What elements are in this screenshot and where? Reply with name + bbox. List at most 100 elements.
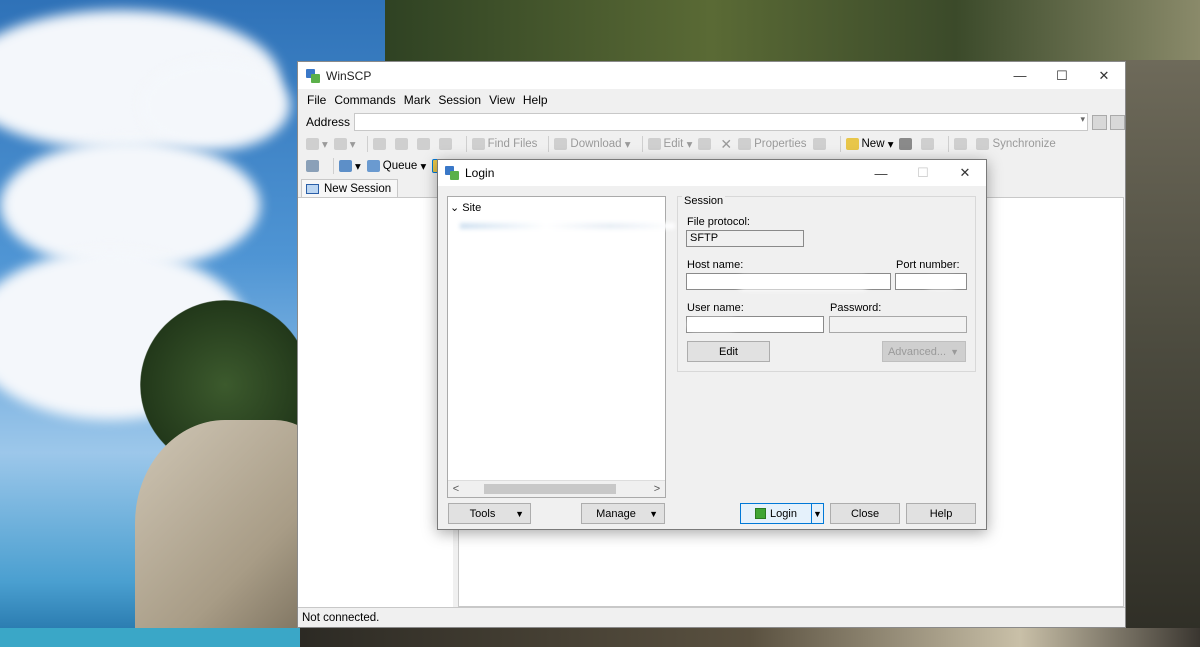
dropdown-icon: ▼ bbox=[950, 346, 959, 357]
parent-folder-button[interactable] bbox=[372, 138, 389, 150]
home-button[interactable] bbox=[416, 138, 433, 150]
login-dialog-title: Login bbox=[465, 166, 495, 180]
edit-icon bbox=[647, 138, 661, 150]
app-icon bbox=[445, 166, 459, 180]
help-button[interactable]: Help bbox=[906, 503, 976, 524]
folder-icon bbox=[372, 138, 386, 150]
download-icon bbox=[554, 138, 568, 150]
edit-icon bbox=[812, 138, 826, 150]
root-folder-button[interactable] bbox=[394, 138, 411, 150]
folder-icon bbox=[394, 138, 408, 150]
main-title-bar[interactable]: WinSCP — ☐ ✕ bbox=[298, 62, 1125, 89]
login-dialog[interactable]: Login — ☐ ✕ ⌄ Site < > Session File prot… bbox=[437, 159, 987, 530]
status-text: Not connected. bbox=[302, 611, 380, 624]
dropdown-icon: ▼ bbox=[515, 508, 524, 519]
chevron-down-icon[interactable]: ⌄ bbox=[450, 202, 459, 214]
maximize-button[interactable]: ☐ bbox=[1041, 62, 1083, 89]
address-go-icon[interactable] bbox=[1092, 114, 1107, 130]
address-label: Address bbox=[306, 115, 351, 129]
file-protocol-label: File protocol: bbox=[687, 216, 750, 228]
menu-session[interactable]: Session bbox=[438, 93, 481, 107]
compare-button[interactable] bbox=[954, 138, 970, 150]
refresh-button[interactable] bbox=[438, 138, 455, 150]
session-group-label: Session bbox=[682, 195, 726, 207]
edit-button[interactable]: Edit bbox=[687, 341, 770, 362]
toolbar-separator bbox=[465, 136, 467, 152]
folder-icon bbox=[954, 138, 968, 150]
menu-file[interactable]: File bbox=[307, 93, 326, 107]
delete-icon: ✕ bbox=[720, 135, 733, 152]
move-button[interactable] bbox=[698, 138, 714, 150]
dropdown-icon: ▼ bbox=[813, 508, 822, 519]
login-maximize-button: ☐ bbox=[917, 165, 929, 180]
address-input[interactable] bbox=[354, 113, 1088, 131]
manage-button-label: Manage bbox=[596, 507, 636, 520]
menu-help[interactable]: Help bbox=[523, 93, 548, 107]
preferences-button[interactable] bbox=[306, 160, 322, 172]
port-number-label: Port number: bbox=[896, 259, 960, 271]
delete-button[interactable]: ✕ bbox=[720, 136, 732, 153]
login-close-button[interactable]: ✕ bbox=[944, 160, 986, 186]
layout-button[interactable]: ▾ bbox=[339, 159, 361, 173]
menu-commands[interactable]: Commands bbox=[334, 93, 395, 107]
new-icon bbox=[845, 138, 859, 150]
synchronize-label: Synchronize bbox=[992, 138, 1056, 150]
app-icon bbox=[306, 68, 320, 83]
edit-label: Edit bbox=[663, 138, 684, 150]
login-title-bar[interactable]: Login — ☐ ✕ bbox=[438, 160, 986, 186]
terminal-button[interactable] bbox=[899, 138, 915, 150]
tools-button[interactable]: Tools ▼ bbox=[448, 503, 531, 524]
synchronize-button[interactable]: Synchronize bbox=[976, 138, 1056, 150]
back-arrow-icon bbox=[306, 138, 319, 150]
scroll-left-icon[interactable]: < bbox=[448, 481, 464, 497]
back-button[interactable]: ▾ bbox=[306, 137, 328, 151]
find-icon bbox=[471, 138, 485, 150]
monitor-icon bbox=[339, 160, 352, 172]
login-button[interactable]: Login bbox=[740, 503, 812, 524]
help-button-label: Help bbox=[929, 507, 953, 520]
new-button[interactable]: New ▾ bbox=[845, 137, 893, 151]
toolbar-separator bbox=[641, 136, 643, 152]
local-panel[interactable] bbox=[298, 197, 453, 608]
download-button[interactable]: Download ▾ bbox=[554, 137, 631, 151]
tab-new-session-label: New Session bbox=[324, 182, 392, 195]
close-button[interactable]: ✕ bbox=[1083, 62, 1125, 89]
edit-button[interactable]: Edit ▾ bbox=[647, 137, 692, 151]
password-label: Password: bbox=[830, 302, 882, 314]
tree-item-site[interactable]: ⌄ Site bbox=[450, 201, 481, 214]
login-minimize-button[interactable]: — bbox=[860, 160, 902, 186]
rename-button[interactable] bbox=[812, 138, 829, 150]
address-bar: Address bbox=[298, 111, 1125, 133]
properties-button[interactable]: Properties bbox=[738, 138, 807, 150]
site-tree[interactable]: ⌄ Site < > bbox=[447, 196, 675, 498]
tree-horizontal-scrollbar[interactable]: < > bbox=[448, 480, 665, 497]
forward-button[interactable]: ▾ bbox=[333, 137, 356, 151]
wallpaper-beach bbox=[300, 628, 1200, 647]
file-protocol-select[interactable]: SFTP bbox=[686, 230, 804, 247]
address-filter-icon[interactable] bbox=[1110, 114, 1125, 130]
gear-icon bbox=[306, 160, 319, 172]
close-dialog-button[interactable]: Close bbox=[830, 503, 900, 524]
manage-button[interactable]: Manage ▼ bbox=[581, 503, 665, 524]
redacted-site-entry bbox=[460, 223, 675, 229]
scroll-right-icon[interactable]: > bbox=[649, 481, 665, 497]
duplicate-button[interactable] bbox=[921, 138, 937, 150]
toolbar-separator bbox=[366, 136, 368, 152]
scrollbar-thumb[interactable] bbox=[484, 484, 616, 494]
wallpaper-cloud bbox=[140, 60, 290, 150]
minimize-button[interactable]: — bbox=[999, 62, 1041, 89]
toolbar-separator bbox=[548, 136, 550, 152]
menu-mark[interactable]: Mark bbox=[404, 93, 431, 107]
wallpaper-sea bbox=[0, 628, 300, 647]
redacted-user-name bbox=[688, 319, 736, 330]
queue-icon bbox=[366, 160, 380, 172]
menu-view[interactable]: View bbox=[489, 93, 515, 107]
login-dropdown-button[interactable]: ▼ bbox=[811, 503, 824, 524]
queue-button[interactable]: Queue ▾ bbox=[366, 159, 426, 173]
password-input[interactable] bbox=[829, 316, 967, 333]
find-files-button[interactable]: Find Files bbox=[471, 138, 537, 150]
edit-button-label: Edit bbox=[719, 345, 738, 358]
toolbar-separator bbox=[948, 136, 950, 152]
tab-new-session[interactable]: New Session bbox=[301, 179, 399, 197]
host-name-label: Host name: bbox=[687, 259, 744, 271]
